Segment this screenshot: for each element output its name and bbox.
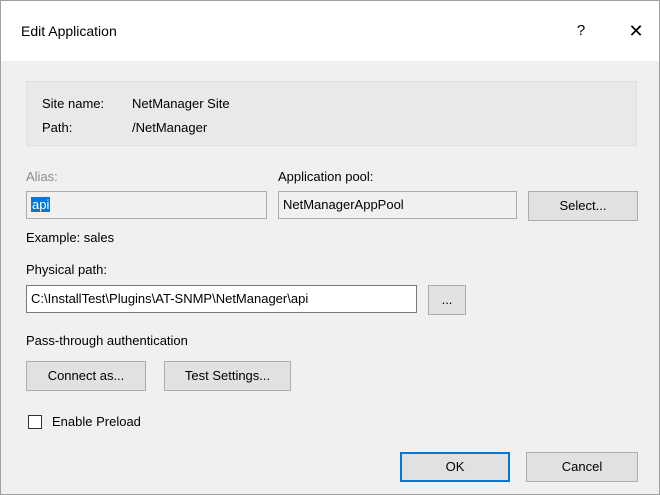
site-info-panel: Site name: NetManager Site Path: /NetMan… [26,81,637,146]
help-icon: ? [576,22,586,39]
help-button[interactable]: ? [561,15,601,47]
ok-button[interactable]: OK [400,452,510,482]
site-name-value: NetManager Site [132,96,230,111]
alias-input[interactable]: api [26,191,267,219]
physical-path-value: C:\InstallTest\Plugins\AT-SNMP\NetManage… [31,291,309,306]
path-value: /NetManager [132,120,208,135]
select-app-pool-button[interactable]: Select... [528,191,638,221]
application-pool-value: NetManagerAppPool [283,197,404,212]
pass-through-auth-label: Pass-through authentication [26,333,188,348]
cancel-button[interactable]: Cancel [526,452,638,482]
cancel-label: Cancel [561,459,603,474]
path-label: Path: [42,120,73,135]
test-settings-button[interactable]: Test Settings... [164,361,291,391]
physical-path-label: Physical path: [26,262,107,277]
test-settings-label: Test Settings... [184,368,271,383]
site-name-label: Site name: [42,96,105,111]
enable-preload-label[interactable]: Enable Preload [52,414,141,429]
connect-as-label: Connect as... [47,368,125,383]
application-pool-label: Application pool: [278,169,374,184]
connect-as-button[interactable]: Connect as... [26,361,146,391]
edit-application-dialog: Edit Application ? ✕ Site name: NetManag… [0,0,660,495]
alias-label: Alias: [26,169,58,184]
select-button-label: Select... [559,198,607,213]
browse-button-label: ... [441,292,453,307]
alias-example: Example: sales [26,230,115,245]
close-button[interactable]: ✕ [616,15,656,47]
close-icon: ✕ [628,21,644,41]
dialog-title: Edit Application [21,23,117,39]
browse-path-button[interactable]: ... [428,285,466,315]
title-bar: Edit Application ? ✕ [1,1,659,61]
enable-preload-checkbox[interactable] [28,415,42,429]
application-pool-field[interactable]: NetManagerAppPool [278,191,517,219]
alias-input-value: api [31,197,51,212]
ok-label: OK [445,459,465,474]
physical-path-input[interactable]: C:\InstallTest\Plugins\AT-SNMP\NetManage… [26,285,417,313]
